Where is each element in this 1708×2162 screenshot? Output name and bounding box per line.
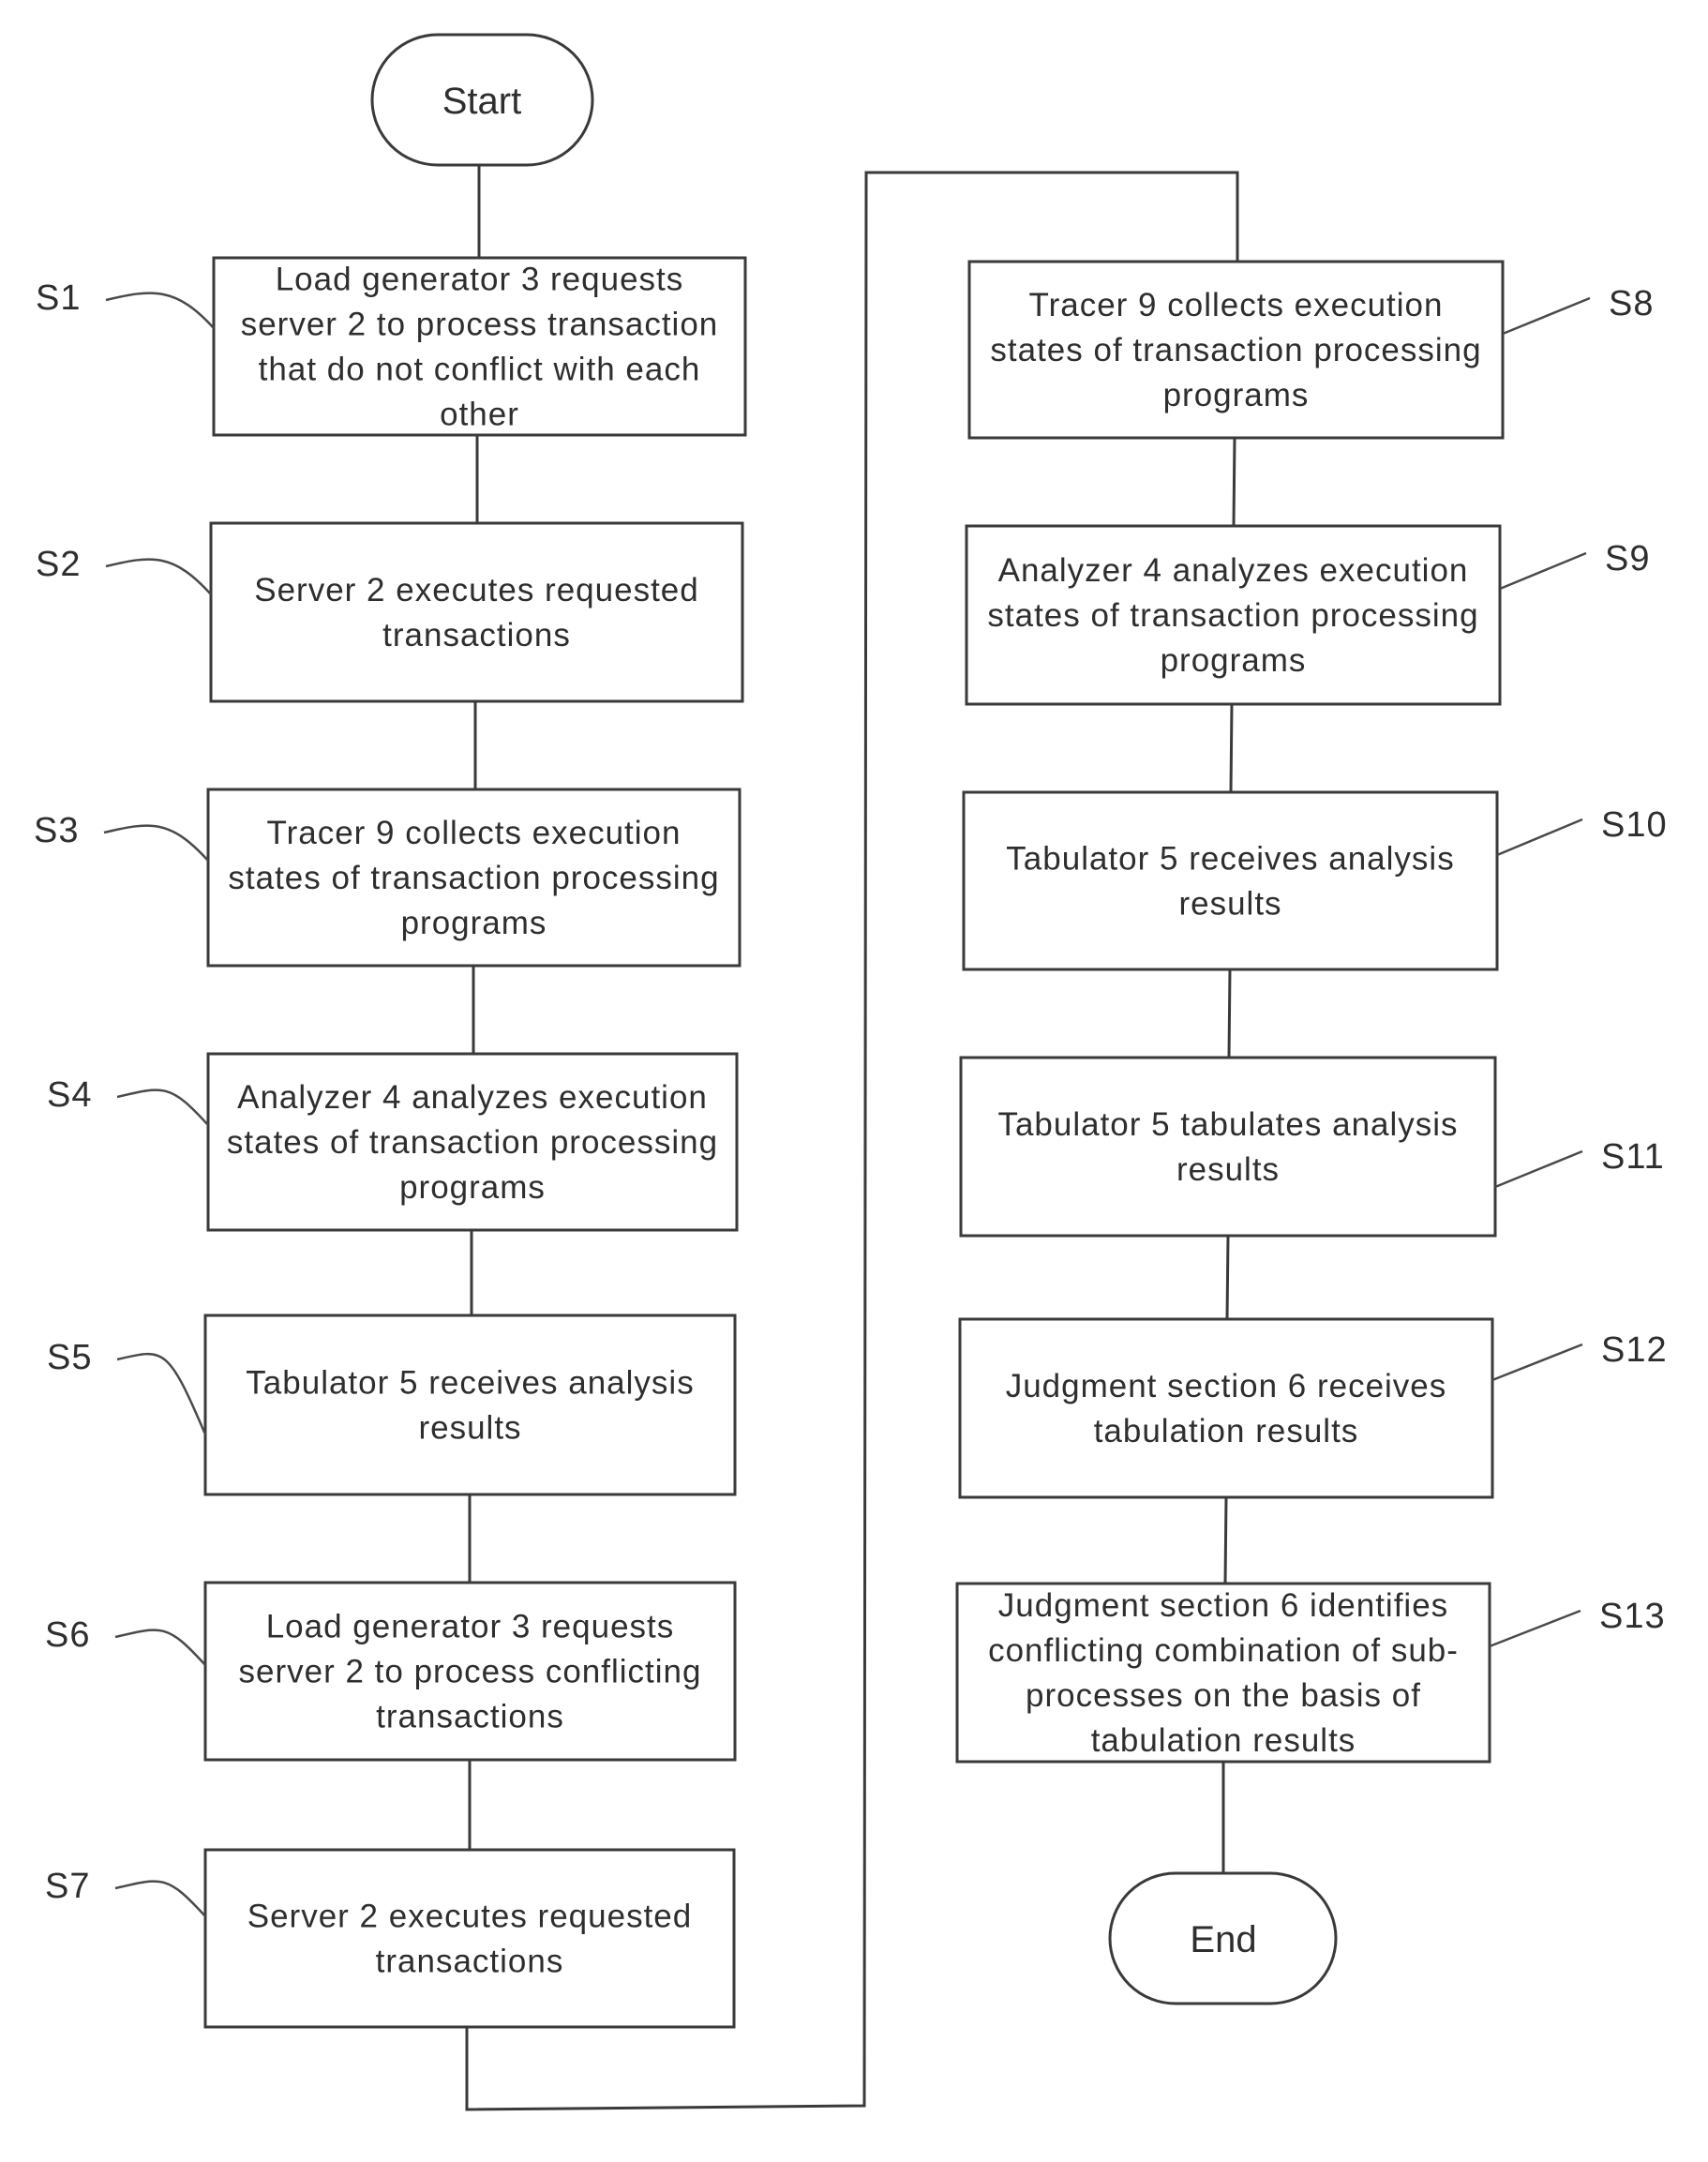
step-s1: Load generator 3 requests server 2 to pro… xyxy=(36,256,747,437)
label-leader-line xyxy=(116,1353,207,1435)
end-label: End xyxy=(1190,1919,1256,1960)
step-label: S11 xyxy=(1601,1137,1665,1177)
step-text-line: Load generator 3 requests xyxy=(266,1609,675,1645)
connector-s9-s10 xyxy=(1229,703,1234,793)
step-s11: Tabulator 5 tabulates analysis results S11 xyxy=(959,1056,1665,1238)
step-s3: Tracer 9 collects execution states of tra… xyxy=(34,788,742,968)
step-label: S13 xyxy=(1599,1597,1666,1636)
step-text-line: programs xyxy=(399,1169,546,1206)
step-s2: Server 2 executes requested transactions S… xyxy=(36,521,744,703)
step-text-line: Tabulator 5 receives analysis xyxy=(1006,841,1454,878)
step-text-line: server 2 to process conflicting xyxy=(239,1654,702,1690)
step-text-line: transactions xyxy=(376,1944,564,1980)
step-text-line: results xyxy=(1178,886,1281,923)
step-text-line: states of transaction processing xyxy=(227,1124,718,1161)
step-text-line: Server 2 executes requested xyxy=(254,572,698,608)
step-label: S5 xyxy=(47,1338,92,1377)
step-text-line: tabulation results xyxy=(1091,1722,1356,1759)
step-text-line: results xyxy=(1176,1151,1280,1188)
step-s5: Tabulator 5 receives analysis results S5 xyxy=(47,1314,737,1496)
step-text-line: Tabulator 5 receives analysis xyxy=(246,1365,694,1402)
process-box xyxy=(203,1314,737,1496)
step-s6: Load generator 3 requests server 2 to pro… xyxy=(45,1581,737,1762)
step-s4: Analyzer 4 analyzes execution states of t… xyxy=(47,1052,739,1232)
step-text-line: other xyxy=(440,397,519,433)
step-text-line: results xyxy=(418,1410,521,1447)
connector-s10-s11 xyxy=(1227,968,1232,1058)
step-text-line: Judgment section 6 identifies xyxy=(998,1587,1448,1624)
step-label: S9 xyxy=(1605,539,1650,578)
step-text-line: Judgment section 6 receives xyxy=(1006,1368,1447,1404)
step-label: S6 xyxy=(45,1615,90,1655)
label-leader-line xyxy=(1491,1343,1583,1382)
start-label: Start xyxy=(442,81,521,122)
step-s9: Analyzer 4 analyzes execution states of t… xyxy=(965,524,1650,706)
step-text-line: conflicting combination of sub- xyxy=(988,1632,1459,1669)
label-leader-line xyxy=(105,292,215,329)
process-box xyxy=(958,1317,1494,1499)
label-leader-line xyxy=(1499,551,1587,591)
step-label: S3 xyxy=(34,811,79,850)
step-s12: Judgment section 6 receives tabulation re… xyxy=(958,1317,1668,1499)
step-label: S1 xyxy=(36,278,81,318)
step-text-line: Analyzer 4 analyzes execution xyxy=(237,1079,708,1116)
label-leader-line xyxy=(1496,818,1583,857)
step-text-line: programs xyxy=(1161,642,1307,679)
step-label: S7 xyxy=(45,1867,90,1906)
process-steps: Load generator 3 requests server 2 to pro… xyxy=(34,256,1668,2029)
step-text-line: states of transaction processing xyxy=(228,860,719,896)
label-leader-line xyxy=(1489,1609,1581,1648)
step-text-line: Tracer 9 collects execution xyxy=(267,815,682,851)
step-text-line: Analyzer 4 analyzes execution xyxy=(998,552,1469,589)
step-text-line: tabulation results xyxy=(1094,1413,1359,1449)
step-text-line: Server 2 executes requested xyxy=(247,1899,692,1935)
end-terminal: End xyxy=(1108,1871,1338,2005)
label-leader-line xyxy=(1494,1149,1583,1189)
step-text-line: processes on the basis of xyxy=(1026,1677,1421,1714)
step-label: S8 xyxy=(1609,284,1654,323)
step-label: S4 xyxy=(47,1075,92,1115)
step-text-line: programs xyxy=(401,905,547,941)
step-s10: Tabulator 5 receives analysis results S10 xyxy=(962,790,1668,971)
step-text-line: states of transaction processing xyxy=(990,332,1481,368)
step-label: S10 xyxy=(1601,805,1668,845)
step-text-line: Tabulator 5 tabulates analysis xyxy=(997,1106,1458,1143)
step-label: S12 xyxy=(1601,1330,1668,1370)
connector-s11-s12 xyxy=(1225,1235,1230,1320)
label-leader-line xyxy=(105,558,212,595)
step-text-line: transactions xyxy=(382,617,571,653)
step-text-line: Load generator 3 requests xyxy=(276,262,684,298)
step-s7: Server 2 executes requested transactions S… xyxy=(45,1848,736,2029)
step-text-line: that do not conflict with each xyxy=(259,352,701,388)
process-box xyxy=(962,790,1499,971)
label-leader-line xyxy=(116,1089,209,1126)
step-text-line: programs xyxy=(1163,377,1310,413)
label-leader-line xyxy=(1502,296,1591,336)
step-label: S2 xyxy=(36,545,81,584)
connector-s12-s13 xyxy=(1223,1496,1228,1584)
process-box xyxy=(203,1848,736,2029)
label-leader-line xyxy=(114,1629,206,1666)
start-terminal: Start xyxy=(370,33,594,167)
label-leader-line xyxy=(103,824,209,862)
step-text-line: states of transaction processing xyxy=(987,597,1478,634)
process-box xyxy=(209,521,744,703)
flowchart: Start End Load generator 3 requests serve… xyxy=(34,33,1668,2111)
process-box xyxy=(959,1056,1497,1238)
step-s13: Judgment section 6 identifies conflicting… xyxy=(955,1582,1666,1764)
step-text-line: Tracer 9 collects execution xyxy=(1029,287,1444,323)
label-leader-line xyxy=(114,1880,206,1917)
step-text-line: server 2 to process transaction xyxy=(241,307,719,343)
step-s8: Tracer 9 collects execution states of tra… xyxy=(967,260,1654,440)
connector-s8-s9 xyxy=(1232,437,1236,527)
step-text-line: transactions xyxy=(376,1699,564,1735)
